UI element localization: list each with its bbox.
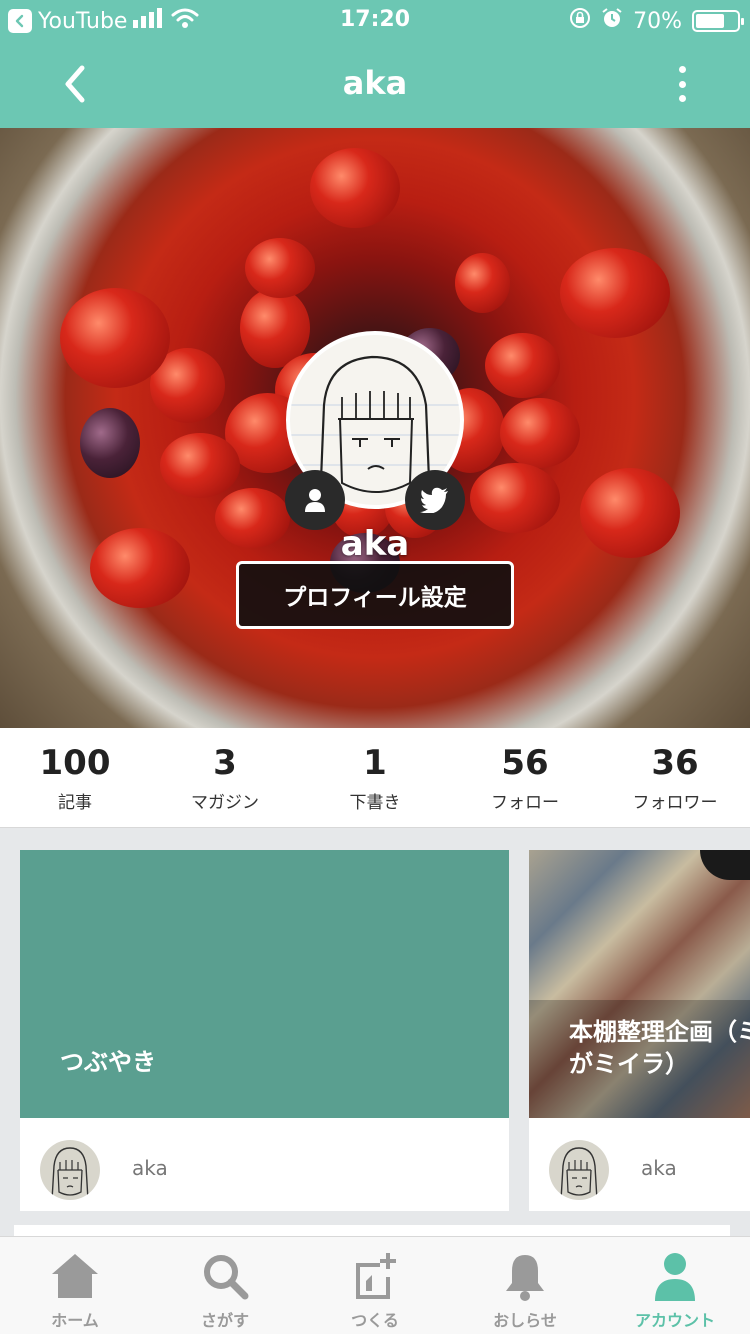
search-icon (198, 1249, 252, 1303)
battery-icon (692, 10, 744, 32)
magazine-title-line1: 本棚整理企画（ミ (569, 1018, 750, 1046)
stat-label: フォロー (491, 793, 559, 813)
tab-label: おしらせ (493, 1311, 557, 1330)
stat-magazines[interactable]: 3 マガジン (150, 728, 300, 827)
magazine-title: 本棚整理企画（ミ がミイラ） (569, 1016, 750, 1080)
tab-bar: ホーム さがす つくる おしらせ アカウント (0, 1236, 750, 1334)
battery-percent: 70% (633, 8, 682, 34)
more-vertical-icon[interactable] (672, 66, 692, 102)
tab-home[interactable]: ホーム (0, 1237, 150, 1334)
tab-label: さがす (200, 1311, 249, 1330)
stat-value: 56 (501, 743, 549, 783)
page-title: aka (342, 64, 408, 102)
stat-label: 記事 (58, 793, 92, 813)
top-bar: YouTube 17:20 70% aka (0, 0, 750, 128)
bell-icon (498, 1249, 552, 1303)
account-icon (648, 1249, 702, 1303)
tab-label: ホーム (51, 1311, 99, 1330)
stat-articles[interactable]: 100 記事 (0, 728, 150, 827)
compose-icon (348, 1249, 402, 1303)
tab-search[interactable]: さがす (150, 1237, 300, 1334)
tab-account[interactable]: アカウント (600, 1237, 750, 1334)
profile-stats: 100 記事 3 マガジン 1 下書き 56 フォロー 36 フォロワー (0, 728, 750, 828)
tab-label: つくる (351, 1311, 399, 1330)
alarm-icon (601, 7, 623, 35)
home-icon (48, 1249, 102, 1303)
magazine-title-line2: がミイラ） (569, 1050, 689, 1078)
stat-drafts[interactable]: 1 下書き (300, 728, 450, 827)
nav-bar: aka (0, 40, 750, 128)
magazine-title: つぶやき (60, 1048, 156, 1076)
profile-header: aka (0, 128, 750, 728)
magazine-card[interactable]: 本棚整理企画（ミ がミイラ） aka (529, 850, 750, 1211)
battery-fill (696, 14, 724, 28)
magazine-cover-image: 本棚整理企画（ミ がミイラ） (529, 850, 750, 1118)
tab-label: アカウント (634, 1311, 715, 1330)
stat-value: 3 (213, 743, 237, 783)
author-name: aka (641, 1156, 677, 1180)
user-icon[interactable] (285, 470, 345, 530)
twitter-icon[interactable] (405, 470, 465, 530)
stat-value: 100 (39, 743, 111, 783)
stat-label: マガジン (191, 793, 259, 813)
stat-label: 下書き (349, 793, 401, 813)
magazine-card[interactable]: つぶやき aka (20, 850, 509, 1211)
stat-followers[interactable]: 36 フォロワー (600, 728, 750, 827)
tab-create[interactable]: つくる (300, 1237, 450, 1334)
profile-name: aka (340, 524, 410, 564)
stat-following[interactable]: 56 フォロー (450, 728, 600, 827)
author-avatar (40, 1140, 100, 1200)
stat-label: フォロワー (632, 793, 718, 813)
stat-value: 36 (651, 743, 699, 783)
author-name: aka (132, 1156, 168, 1180)
stat-value: 1 (363, 743, 387, 783)
status-bar: YouTube 17:20 70% (0, 0, 750, 40)
tab-notifications[interactable]: おしらせ (450, 1237, 600, 1334)
magazine-cover: つぶやき (20, 850, 509, 1118)
author-avatar (549, 1140, 609, 1200)
rotation-lock-icon (569, 7, 591, 35)
profile-settings-button[interactable]: プロフィール設定 (236, 561, 514, 629)
